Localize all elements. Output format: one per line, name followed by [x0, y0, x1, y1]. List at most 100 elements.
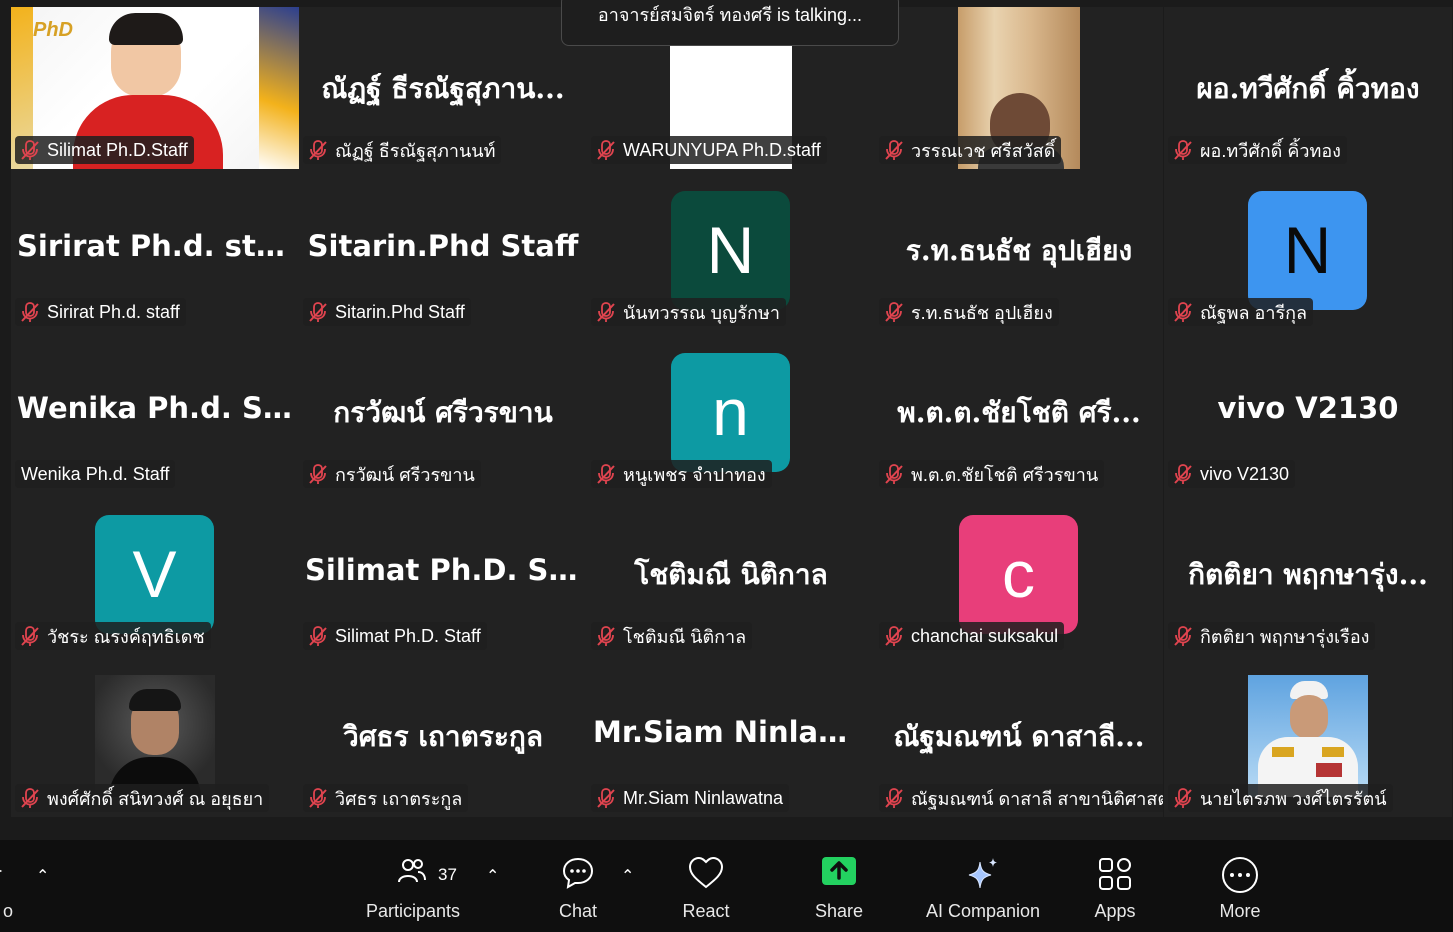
- participant-tile[interactable]: Mr.Siam Ninlaw... Mr.Siam Ninlawatna: [587, 655, 875, 817]
- participant-tile[interactable]: n หนูเพชร จำปาทอง: [587, 331, 875, 493]
- participant-name-text: หนูเพชร จำปาทอง: [623, 464, 766, 485]
- participant-name-label: นันทวรรณ บุญรักษา: [591, 298, 786, 326]
- chat-button[interactable]: Chat: [540, 840, 616, 932]
- share-button[interactable]: Share: [800, 840, 878, 932]
- participant-name-text: วัชระ ณรงค์ฤทธิเดช: [47, 626, 205, 647]
- apps-button[interactable]: Apps: [1078, 840, 1152, 932]
- participant-tile[interactable]: Sitarin.Phd Staff Sitarin.Phd Staff: [299, 169, 587, 331]
- participant-name-label: ร.ท.ธนธัช อุปเฮียง: [879, 298, 1059, 326]
- participant-tile[interactable]: V วัชระ ณรงค์ฤทธิเดช: [11, 493, 299, 655]
- muted-mic-icon: [1174, 464, 1192, 484]
- muted-mic-icon: [597, 626, 615, 646]
- participant-tile[interactable]: ผอ.ทวีศักดิ์ คิ้วทอง ผอ.ทวีศักดิ์ คิ้วทอง: [1164, 7, 1452, 169]
- muted-mic-icon: [1174, 140, 1192, 160]
- more-dots-icon: [1222, 857, 1258, 893]
- participant-name-label: chanchai suksakul: [879, 622, 1065, 650]
- ai-companion-label: AI Companion: [925, 901, 1041, 921]
- participant-tile[interactable]: Wenika Ph.d. St... Wenika Ph.d. Staff: [11, 331, 299, 493]
- chat-chevron-icon[interactable]: ⌃: [621, 866, 634, 885]
- participant-tile[interactable]: ณัฏฐ์ ธีรณัฐสุภาน... ณัฏฐ์ ธีรณัฐสุภานนท์: [299, 7, 587, 169]
- video-camera-icon: [0, 869, 3, 873]
- gallery-view: PhD Silimat Ph.D.Staff ณัฏฐ์ ธีรณัฐสุภาน..…: [0, 0, 1453, 840]
- participant-tile[interactable]: Sirirat Ph.d. staff Sirirat Ph.d. staff: [11, 169, 299, 331]
- muted-mic-icon: [1174, 788, 1192, 808]
- participant-display-name: วิศธร เถาตระกูล: [343, 720, 543, 753]
- participant-name-text: Silimat Ph.D.Staff: [47, 139, 188, 160]
- ai-companion-button[interactable]: AI Companion: [916, 840, 1050, 932]
- participant-name-text: วิศธร เถาตระกูล: [335, 788, 463, 809]
- participant-name-label: Silimat Ph.D.Staff: [15, 136, 194, 164]
- share-screen-icon: [822, 857, 856, 885]
- participant-name-text: กิตติยา พฤกษารุ่งเรือง: [1200, 626, 1370, 647]
- participant-name-text: Wenika Ph.d. Staff: [21, 463, 170, 484]
- muted-mic-icon: [885, 302, 903, 322]
- muted-mic-icon: [21, 140, 39, 160]
- heart-icon: [688, 856, 724, 889]
- participant-tile[interactable]: กิตติยา พฤกษารุ่ง... กิตติยา พฤกษารุ่งเรื…: [1164, 493, 1452, 655]
- participant-tile[interactable]: นายไตรภพ วงศ์ไตรรัตน์: [1164, 655, 1452, 817]
- video-button[interactable]: o: [0, 840, 20, 932]
- participant-display-name: โชติมณี นิติกาล: [634, 558, 828, 591]
- participant-name-text: พงศ์ศักดิ์ สนิทวงศ์ ณ อยุธยา: [47, 788, 264, 809]
- participant-display-name: Sirirat Ph.d. staff: [17, 229, 299, 263]
- chat-label: Chat: [558, 901, 598, 921]
- participant-display-name: Sitarin.Phd Staff: [307, 229, 579, 263]
- participant-name-label: กรวัฒน์ ศรีวรขาน: [303, 460, 481, 488]
- participants-label: Participants: [365, 901, 461, 921]
- more-button[interactable]: More: [1202, 840, 1278, 932]
- participant-display-name: vivo V2130: [1217, 391, 1399, 425]
- participant-tile[interactable]: วิศธร เถาตระกูล วิศธร เถาตระกูล: [299, 655, 587, 817]
- participant-tile[interactable]: ร.ท.ธนธัช อุปเฮียง ร.ท.ธนธัช อุปเฮียง: [875, 169, 1163, 331]
- participant-name-label: Sirirat Ph.d. staff: [15, 298, 186, 326]
- participant-tile[interactable]: N ณัฐพล อารีกุล: [1164, 169, 1452, 331]
- profile-photo: [95, 675, 215, 797]
- participant-tile[interactable]: PhD Silimat Ph.D.Staff: [11, 7, 299, 169]
- participant-display-name: ผอ.ทวีศักดิ์ คิ้วทอง: [1196, 72, 1420, 105]
- muted-mic-icon: [309, 302, 327, 322]
- react-button[interactable]: React: [668, 840, 744, 932]
- chat-icon: [562, 857, 594, 889]
- participant-name-label: ณัฏฐ์ ธีรณัฐสุภานนท์: [303, 136, 502, 164]
- participant-tile[interactable]: c chanchai suksakul: [875, 493, 1163, 655]
- muted-mic-icon: [309, 140, 327, 160]
- participant-name-label: วิศธร เถาตระกูล: [303, 784, 469, 812]
- participant-name-text: ร.ท.ธนธัช อุปเฮียง: [911, 302, 1053, 323]
- participant-display-name: Mr.Siam Ninlaw...: [593, 715, 875, 749]
- participant-name-text: ผอ.ทวีศักดิ์ คิ้วทอง: [1200, 140, 1341, 161]
- participant-name-label: พ.ต.ต.ชัยโชติ ศรีวรขาน: [879, 460, 1105, 488]
- participant-tile[interactable]: Silimat Ph.D. St... Silimat Ph.D. Staff: [299, 493, 587, 655]
- participant-name-label: กิตติยา พฤกษารุ่งเรือง: [1168, 622, 1376, 650]
- sparkle-icon: [968, 858, 997, 889]
- participants-button[interactable]: 37 Participants: [350, 840, 476, 932]
- participant-display-name: ร.ท.ธนธัช อุปเฮียง: [905, 234, 1133, 267]
- avatar-initial: c: [959, 515, 1078, 634]
- avatar-initial: V: [95, 515, 214, 634]
- participant-name-label: Mr.Siam Ninlawatna: [591, 784, 790, 812]
- participant-name-text: chanchai suksakul: [911, 625, 1059, 646]
- participant-name-label: vivo V2130: [1168, 460, 1296, 488]
- participant-name-text: กรวัฒน์ ศรีวรขาน: [335, 464, 475, 485]
- participant-tile[interactable]: N นันทวรรณ บุญรักษา: [587, 169, 875, 331]
- participant-tile[interactable]: พงศ์ศักดิ์ สนิทวงศ์ ณ อยุธยา: [11, 655, 299, 817]
- participants-chevron-icon[interactable]: ⌃: [486, 866, 499, 885]
- meeting-toolbar: o ⌃ 37 Participants ⌃ Chat ⌃ React Share…: [0, 840, 1453, 932]
- participant-tile[interactable]: vivo V2130 vivo V2130: [1164, 331, 1452, 493]
- participant-name-text: พ.ต.ต.ชัยโชติ ศรีวรขาน: [911, 464, 1099, 485]
- participant-name-text: Mr.Siam Ninlawatna: [623, 787, 784, 808]
- phd-logo: PhD: [33, 19, 73, 41]
- muted-mic-icon: [597, 464, 615, 484]
- muted-mic-icon: [309, 464, 327, 484]
- participant-tile[interactable]: โชติมณี นิติกาล โชติมณี นิติกาล: [587, 493, 875, 655]
- profile-photo: [1248, 675, 1368, 797]
- participant-display-name: กิตติยา พฤกษารุ่ง...: [1188, 558, 1428, 591]
- muted-mic-icon: [1174, 302, 1192, 322]
- participant-tile[interactable]: ณัฐมณฑน์ ดาสาลี... ณัฐมณฑน์ ดาสาลี สาขานิ…: [875, 655, 1163, 817]
- participant-tile[interactable]: กรวัฒน์ ศรีวรขาน กรวัฒน์ ศรีวรขาน: [299, 331, 587, 493]
- participant-name-label: Silimat Ph.D. Staff: [303, 622, 487, 650]
- participant-tile[interactable]: พ.ต.ต.ชัยโชติ ศรี... พ.ต.ต.ชัยโชติ ศรีวรข…: [875, 331, 1163, 493]
- participant-tile[interactable]: วรรณเวช ศรีสวัสดิ์: [875, 7, 1163, 169]
- react-label: React: [682, 901, 730, 921]
- participant-display-name: กรวัฒน์ ศรีวรขาน: [333, 396, 553, 429]
- muted-mic-icon: [597, 302, 615, 322]
- video-options-chevron-icon[interactable]: ⌃: [36, 866, 49, 885]
